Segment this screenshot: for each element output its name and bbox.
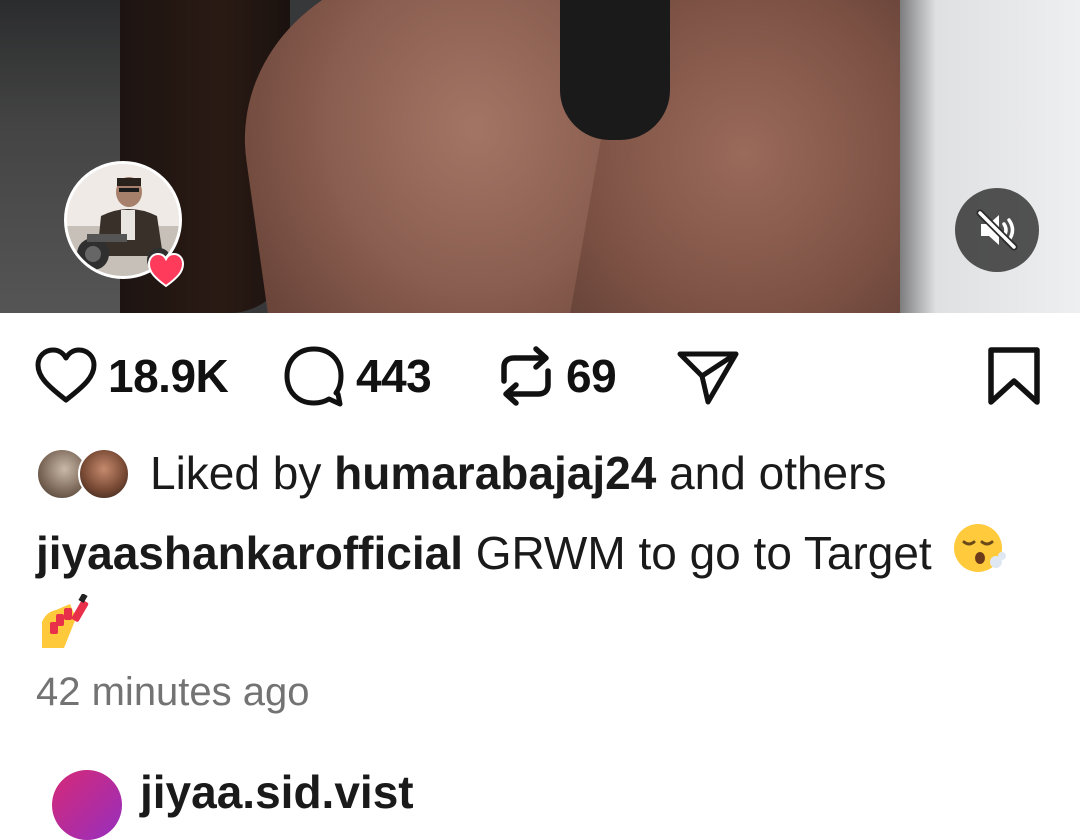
save-button[interactable] — [986, 340, 1042, 412]
heart-outline-icon — [35, 347, 97, 403]
send-icon — [677, 351, 739, 405]
liked-by-row[interactable]: Liked by humarabajaj24 and others — [36, 444, 886, 502]
repost-button[interactable]: 69 — [496, 340, 617, 412]
liked-by-suffix[interactable]: and others — [669, 446, 886, 500]
comment-bubble-icon — [284, 346, 344, 407]
post-action-bar: 18.9K 443 69 — [0, 340, 1080, 412]
post-timestamp: 42 minutes ago — [36, 670, 310, 714]
repost-icon — [501, 346, 551, 406]
next-post-username[interactable]: jiyaa.sid.vist — [140, 765, 414, 819]
caption-author[interactable]: jiyaashankarofficial — [36, 527, 463, 579]
comment-count[interactable]: 443 — [356, 349, 432, 403]
face-exhaling-emoji — [952, 520, 1008, 593]
heart-badge-icon — [147, 252, 185, 290]
like-button[interactable]: 18.9K — [34, 340, 229, 412]
liked-by-username[interactable]: humarabajaj24 — [334, 446, 656, 500]
caption-text: GRWM to go to Target — [475, 527, 932, 579]
comment-button[interactable]: 443 — [282, 340, 432, 412]
post-caption: jiyaashankarofficial GRWM to go to Targe… — [36, 520, 1046, 667]
share-button[interactable] — [676, 340, 740, 412]
nail-polish-emoji — [36, 592, 92, 667]
media-subject-center — [560, 0, 670, 140]
avatar — [78, 448, 130, 500]
repost-count[interactable]: 69 — [566, 349, 617, 403]
like-count[interactable]: 18.9K — [108, 349, 229, 403]
next-post-avatar[interactable] — [52, 770, 122, 840]
liked-by-avatars — [36, 446, 132, 500]
speaker-muted-icon — [976, 209, 1018, 251]
liked-by-prefix: Liked by — [150, 447, 322, 499]
bookmark-icon — [988, 347, 1040, 405]
mute-toggle-button[interactable] — [955, 188, 1039, 272]
post-media[interactable] — [0, 0, 1080, 313]
